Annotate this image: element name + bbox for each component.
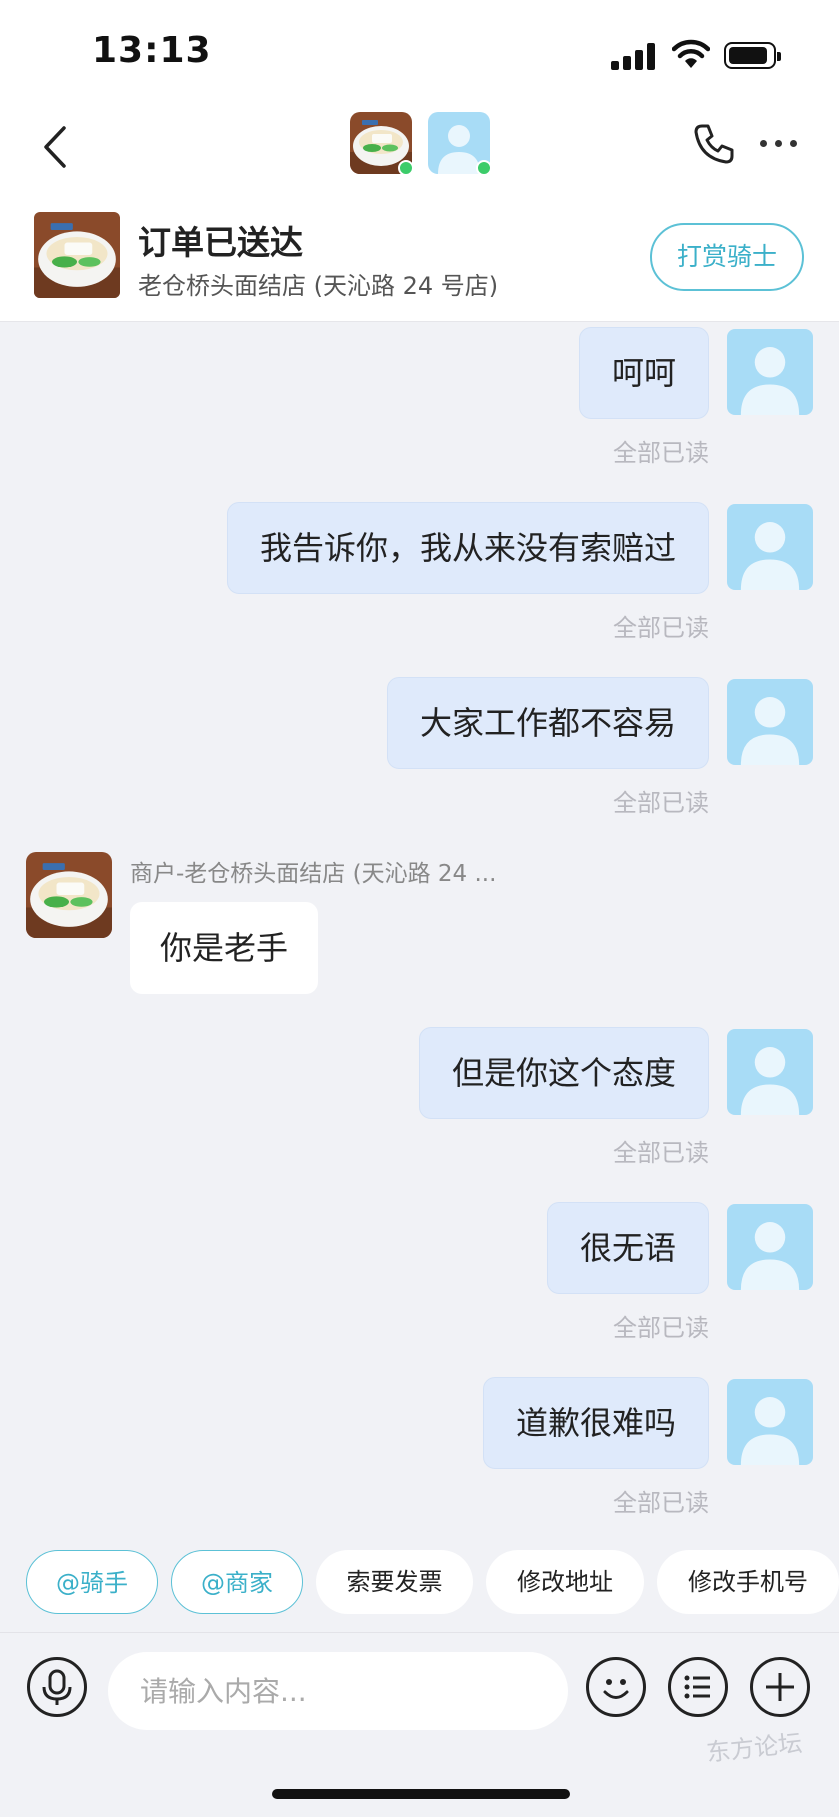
message-bubble[interactable]: 很无语	[546, 1202, 709, 1294]
chevron-left-icon[interactable]	[36, 122, 76, 172]
message-bubble[interactable]: 但是你这个态度	[418, 1027, 709, 1119]
self-avatar[interactable]	[727, 329, 813, 415]
self-avatar[interactable]	[727, 1204, 813, 1290]
change-phone-chip[interactable]: 修改手机号	[657, 1550, 839, 1614]
self-avatar[interactable]	[727, 1029, 813, 1115]
chat-header	[0, 100, 839, 210]
noodle-bowl-icon	[26, 852, 112, 938]
menu-list-button[interactable]	[668, 1657, 728, 1717]
mention-rider-chip[interactable]: @骑手	[26, 1550, 158, 1614]
message-input[interactable]	[108, 1652, 568, 1730]
person-avatar-icon	[727, 679, 813, 765]
read-receipt: 全部已读	[613, 1489, 709, 1517]
message-bubble[interactable]: 呵呵	[578, 327, 709, 419]
order-shop-name: 老仓桥头面结店 (天沁路 24 号店)	[138, 272, 499, 300]
status-time: 13:13	[92, 30, 212, 71]
read-receipt: 全部已读	[613, 1139, 709, 1167]
message-bubble[interactable]: 你是老手	[130, 902, 319, 994]
home-indicator[interactable]	[272, 1789, 570, 1799]
sender-name: 商户-老仓桥头面结店 (天沁路 24 ...	[130, 861, 497, 887]
order-thumbnail[interactable]	[34, 212, 120, 298]
plus-icon	[766, 1673, 794, 1701]
message-bubble[interactable]: 大家工作都不容易	[386, 677, 709, 769]
change-address-chip[interactable]: 修改地址	[486, 1550, 644, 1614]
add-button[interactable]	[750, 1657, 810, 1717]
phone-icon[interactable]	[690, 120, 738, 168]
emoji-icon	[603, 1679, 629, 1699]
quick-action-chips: @骑手 @商家 索要发票 修改地址 修改手机号	[0, 1550, 839, 1616]
self-avatar[interactable]	[727, 1379, 813, 1465]
read-receipt: 全部已读	[613, 439, 709, 467]
microphone-icon	[42, 1669, 72, 1705]
read-receipt: 全部已读	[613, 614, 709, 642]
shop-online-indicator	[398, 160, 414, 176]
wifi-icon	[672, 39, 710, 68]
order-status-bar: 订单已送达 老仓桥头面结店 (天沁路 24 号店) 打赏骑士	[0, 210, 839, 322]
person-avatar-icon	[727, 1379, 813, 1465]
person-avatar-icon	[727, 1204, 813, 1290]
self-avatar[interactable]	[727, 504, 813, 590]
message-bubble[interactable]: 我告诉你，我从来没有索赔过	[226, 502, 709, 594]
person-avatar-icon	[727, 504, 813, 590]
watermark: 东方论坛	[705, 1729, 804, 1767]
person-avatar-icon	[727, 1029, 813, 1115]
emoji-button[interactable]	[586, 1657, 646, 1717]
tip-rider-button[interactable]: 打赏骑士	[650, 223, 804, 291]
battery-icon	[724, 42, 781, 69]
noodle-bowl-icon	[34, 212, 120, 298]
shop-avatar[interactable]	[26, 852, 112, 938]
chat-screen: 13:13 订单已送达 老仓桥头面结店 (天沁路 24 号店) 打赏骑士 呵呵 …	[0, 0, 839, 1817]
read-receipt: 全部已读	[613, 789, 709, 817]
read-receipt: 全部已读	[613, 1314, 709, 1342]
list-icon	[684, 1675, 710, 1699]
status-bar: 13:13	[0, 0, 839, 100]
mention-shop-chip[interactable]: @商家	[171, 1550, 303, 1614]
order-status-title: 订单已送达	[138, 223, 303, 262]
more-icon[interactable]	[760, 138, 800, 150]
cellular-signal-icon	[611, 42, 657, 70]
rider-online-indicator	[476, 160, 492, 176]
message-list[interactable]: 呵呵 全部已读 我告诉你，我从来没有索赔过 全部已读 大家工作都不容易 全部已读…	[0, 322, 839, 1542]
request-invoice-chip[interactable]: 索要发票	[316, 1550, 473, 1614]
person-avatar-icon	[727, 329, 813, 415]
message-bubble[interactable]: 道歉很难吗	[482, 1377, 709, 1469]
input-bar: 东方论坛	[0, 1632, 839, 1817]
voice-input-button[interactable]	[27, 1657, 87, 1717]
self-avatar[interactable]	[727, 679, 813, 765]
